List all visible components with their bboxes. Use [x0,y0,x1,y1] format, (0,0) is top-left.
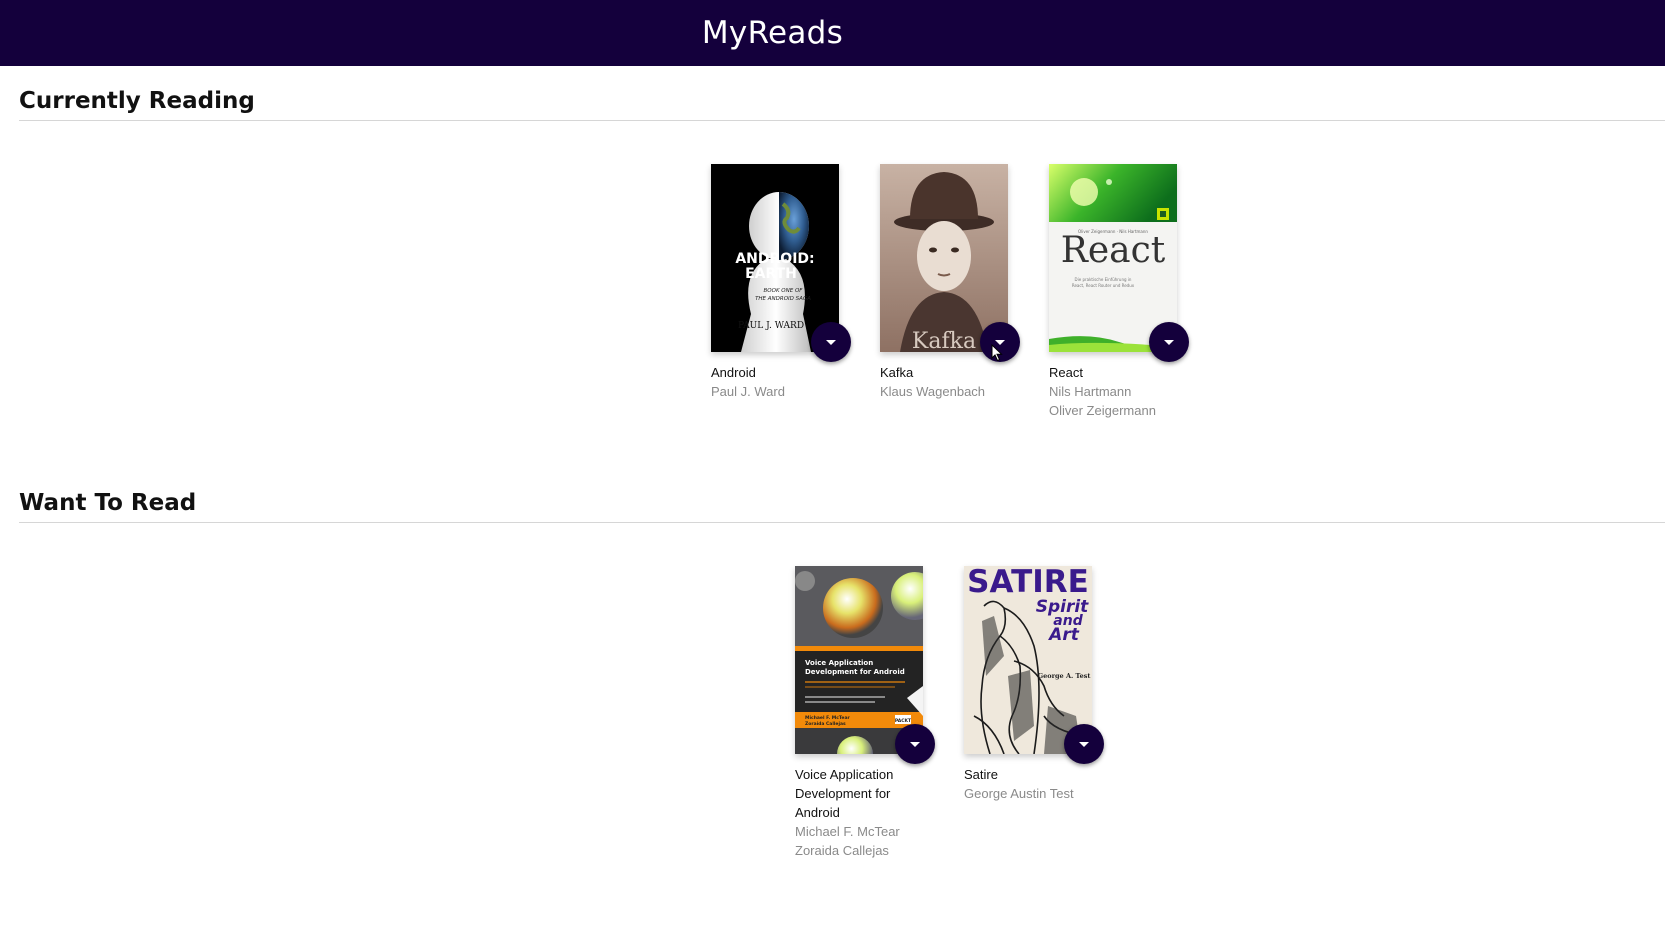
shelf-want-to-read: Want To Read [19,485,1665,523]
shelf-changer-button[interactable] [1064,724,1104,764]
book-title: Voice Application Development for Androi… [795,767,894,820]
cover-text: Michael F. McTear [805,715,850,721]
book-author: Klaus Wagenbach [880,384,986,399]
cover-text: Zoraida Callejas [805,721,846,727]
cover-text: ANDROID: [735,251,814,267]
book-cover[interactable]: Voice Application Development for Androi… [795,566,935,764]
android-earth-cover-art: ANDROID: EARTH BOOK ONE OF THE ANDROID S… [711,164,839,352]
cover-text: React [1061,230,1166,271]
arrow-drop-down-icon [1164,339,1174,345]
book-author: Oliver Zeigermann [1049,403,1156,418]
book-card[interactable]: ANDROID: EARTH BOOK ONE OF THE ANDROID S… [711,164,861,401]
cover-text: Development for Android [805,668,905,676]
app-title: MyReads [701,15,844,51]
arrow-drop-down-icon [826,339,836,345]
book-card[interactable]: Oliver Zeigermann · Nils Hartmann React … [1049,164,1199,420]
book-title: Android [711,365,756,380]
book-author: Michael F. McTear [795,824,900,839]
book-cover[interactable]: Kafka [880,164,1020,362]
cover-text: Kafka [912,329,976,352]
book-title: React [1049,365,1083,380]
cover-text: THE ANDROID SAGA [755,296,811,302]
shelf-currently-reading: Currently Reading [19,83,1665,121]
book-author: Paul J. Ward [711,384,785,399]
shelf-changer-button[interactable] [895,724,935,764]
cover-text: EARTH [745,266,797,282]
shelf-changer-button[interactable] [1149,322,1189,362]
shelf-title: Want To Read [19,485,1665,523]
book-author: Nils Hartmann [1049,384,1132,399]
arrow-drop-down-icon [910,741,920,747]
book-title: Kafka [880,365,914,380]
book-title: Satire [964,767,998,782]
cover-text: BOOK ONE OF [764,288,804,294]
kafka-cover-art: Kafka [880,164,1008,352]
cover-text: React, React Router und Redux [1072,283,1135,288]
cover-text: Die praktische Einführung in [1075,277,1132,282]
cover-text: PACKT [895,718,912,724]
cover-text: Voice Application [805,659,873,667]
book-cover[interactable]: ANDROID: EARTH BOOK ONE OF THE ANDROID S… [711,164,851,362]
voice-app-cover-art: Voice Application Development for Androi… [795,566,923,754]
mouse-pointer-icon [991,344,1003,362]
cover-text: George A. Test [1038,672,1091,680]
book-card[interactable]: Kafka Kafka Klaus Wagenbach [880,164,1030,401]
book-card[interactable]: SATIRE Spirit and Art George A. Test Sat… [964,566,1114,803]
shelf-title: Currently Reading [19,83,1665,121]
book-author: Zoraida Callejas [795,843,889,858]
cover-text: Art [1047,625,1080,645]
satire-cover-art: SATIRE Spirit and Art George A. Test [964,566,1092,754]
react-cover-art: Oliver Zeigermann · Nils Hartmann React … [1049,164,1177,352]
cover-text: PAUL J. WARD [738,321,804,331]
cover-text: SATIRE [967,566,1089,600]
shelf-changer-button[interactable] [811,322,851,362]
book-card[interactable]: Voice Application Development for Androi… [795,566,945,860]
app-header: MyReads [0,0,1665,66]
book-cover[interactable]: Oliver Zeigermann · Nils Hartmann React … [1049,164,1189,362]
arrow-drop-down-icon [1079,741,1089,747]
book-cover[interactable]: SATIRE Spirit and Art George A. Test [964,566,1104,764]
book-author: George Austin Test [964,786,1074,801]
